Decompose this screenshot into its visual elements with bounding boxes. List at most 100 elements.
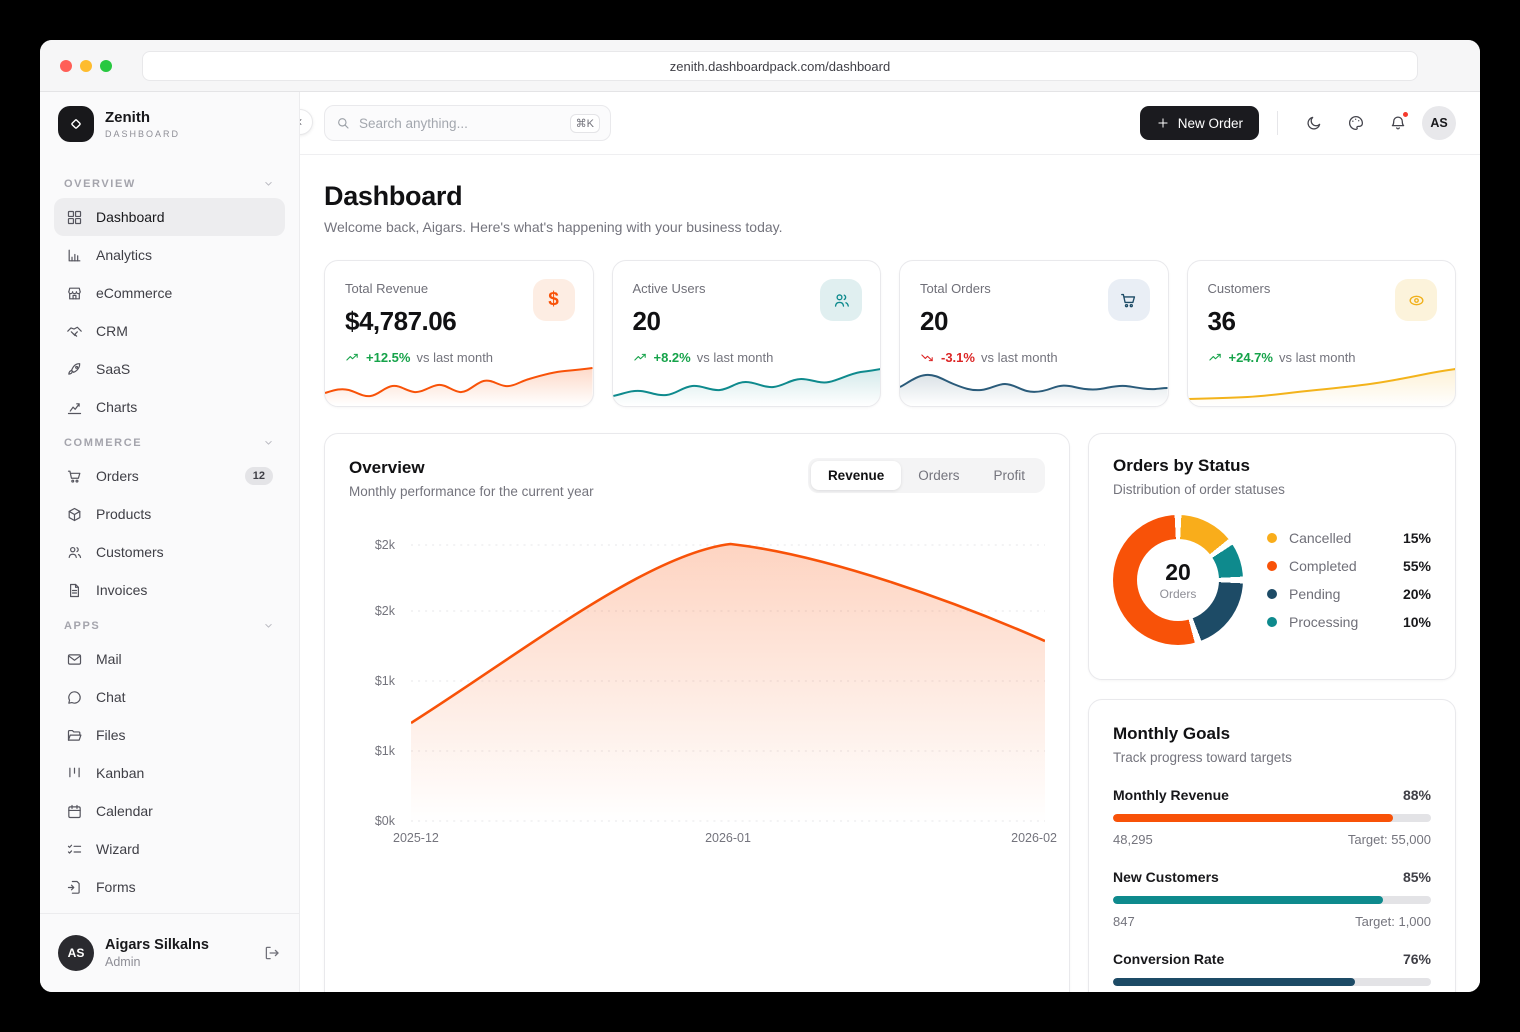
tab-orders[interactable]: Orders [901,461,976,490]
goal-target: Target: 55,000 [1348,832,1431,847]
notifications-button[interactable] [1380,105,1416,141]
chevron-left-icon [300,116,306,128]
notification-dot [1401,110,1410,119]
sidebar-item-files[interactable]: Files [54,716,285,754]
sidebar-item-calendar[interactable]: Calendar [54,792,285,830]
goal-new-customers: New Customers 85% 847 Target: 1,000 [1113,869,1431,929]
orders-by-status-card: Orders by Status Distribution of order s… [1088,433,1456,680]
sidebar-item-mail[interactable]: Mail [54,640,285,678]
progress-bar [1113,978,1431,986]
goal-value: 48,295 [1113,832,1153,847]
storefront-icon [66,285,83,302]
users-sparkline [613,360,881,406]
sidebar-item-chat[interactable]: Chat [54,678,285,716]
dollar-icon: $ [533,279,575,321]
goal-target: Target: 1,000 [1355,914,1431,929]
top-bar: ⌘K New Order [300,92,1480,155]
section-apps[interactable]: APPS [54,609,285,640]
donut-center-value: 20 [1165,559,1191,586]
sidebar-item-kanban[interactable]: Kanban [54,754,285,792]
goal-value: 847 [1113,914,1135,929]
legend-dot [1267,589,1277,599]
brand-subtitle: DASHBOARD [105,129,180,139]
progress-bar [1113,896,1431,904]
profile-avatar[interactable]: AS [1422,106,1456,140]
stat-card-customers[interactable]: Customers 36 +24.7% vs last month [1187,260,1457,407]
user-role: Admin [105,955,209,969]
close-window-button[interactable] [60,60,72,72]
handshake-icon [66,323,83,340]
sidebar-item-products[interactable]: Products [54,495,285,533]
stat-card-total-orders[interactable]: Total Orders 20 -3.1% vs last month [899,260,1169,407]
sidebar-item-forms[interactable]: Forms [54,868,285,906]
main-area: ⌘K New Order [300,92,1480,992]
stats-row: Total Revenue $4,787.06 +12.5% vs last m… [324,260,1456,407]
legend-dot [1267,561,1277,571]
orders-status-donut-chart: 20 Orders [1113,515,1243,645]
bar-chart-icon [66,247,83,264]
sidebar: Zenith DASHBOARD OVERVIEW Dashboard Anal… [40,92,300,992]
grid-icon [66,209,83,226]
sidebar-item-dashboard[interactable]: Dashboard [54,198,285,236]
section-overview[interactable]: OVERVIEW [54,167,285,198]
sidebar-item-analytics[interactable]: Analytics [54,236,285,274]
user-name: Aigars Silkalns [105,937,209,953]
url-bar[interactable]: zenith.dashboardpack.com/dashboard [142,51,1418,81]
theme-button[interactable] [1338,105,1374,141]
donut-center-label: Orders [1160,587,1197,601]
legend-item-pending: Pending 20% [1267,580,1431,608]
minimize-window-button[interactable] [80,60,92,72]
sidebar-item-saas[interactable]: SaaS [54,350,285,388]
zenith-logo-icon [58,106,94,142]
legend-item-completed: Completed 55% [1267,552,1431,580]
tab-profit[interactable]: Profit [976,461,1042,490]
section-commerce[interactable]: COMMERCE [54,426,285,457]
trending-chart-icon [66,399,83,416]
sidebar-item-orders[interactable]: Orders 12 [54,457,285,495]
mail-icon [66,651,83,668]
rocket-icon [66,361,83,378]
legend-item-cancelled: Cancelled 15% [1267,524,1431,552]
monthly-goals-subtitle: Track progress toward targets [1113,750,1431,765]
stat-card-total-revenue[interactable]: Total Revenue $4,787.06 +12.5% vs last m… [324,260,594,407]
progress-bar [1113,814,1431,822]
legend-dot [1267,533,1277,543]
sidebar-item-wizard[interactable]: Wizard [54,830,285,868]
logout-icon [263,944,281,962]
plus-icon [1156,116,1170,130]
zoom-window-button[interactable] [100,60,112,72]
page-subtitle: Welcome back, Aigars. Here's what's happ… [324,219,1456,235]
moon-icon [1305,114,1323,132]
tab-revenue[interactable]: Revenue [811,461,901,490]
sidebar-item-charts[interactable]: Charts [54,388,285,426]
y-axis: $2k $2k $1k $1k $0k [349,521,411,823]
search-icon [335,115,351,131]
new-order-button[interactable]: New Order [1140,106,1259,140]
stat-card-active-users[interactable]: Active Users 20 +8.2% vs last month [612,260,882,407]
sidebar-item-ecommerce[interactable]: eCommerce [54,274,285,312]
donut-legend: Cancelled 15% Completed 55% [1267,524,1431,636]
divider [1277,111,1278,135]
cart-icon [1108,279,1150,321]
search-box[interactable]: ⌘K [324,105,611,141]
brand: Zenith DASHBOARD [40,92,299,155]
page-title: Dashboard [324,181,1456,212]
chevron-down-icon [262,177,275,190]
chat-icon [66,689,83,706]
revenue-area-chart: $2k $2k $1k $1k $0k [349,521,1045,857]
sidebar-item-crm[interactable]: CRM [54,312,285,350]
search-shortcut-badge: ⌘K [570,114,600,133]
overview-subtitle: Monthly performance for the current year [349,484,594,499]
sidebar-item-customers[interactable]: Customers [54,533,285,571]
overview-card: Overview Monthly performance for the cur… [324,433,1070,992]
search-input[interactable] [359,116,562,131]
sidebar-item-invoices[interactable]: Invoices [54,571,285,609]
eye-icon [1395,279,1437,321]
dark-mode-button[interactable] [1296,105,1332,141]
logout-button[interactable] [263,944,281,962]
form-icon [66,879,83,896]
overview-tabs: Revenue Orders Profit [808,458,1045,493]
package-icon [66,506,83,523]
sidebar-user[interactable]: AS Aigars Silkalns Admin [40,913,299,992]
traffic-lights [60,60,112,72]
